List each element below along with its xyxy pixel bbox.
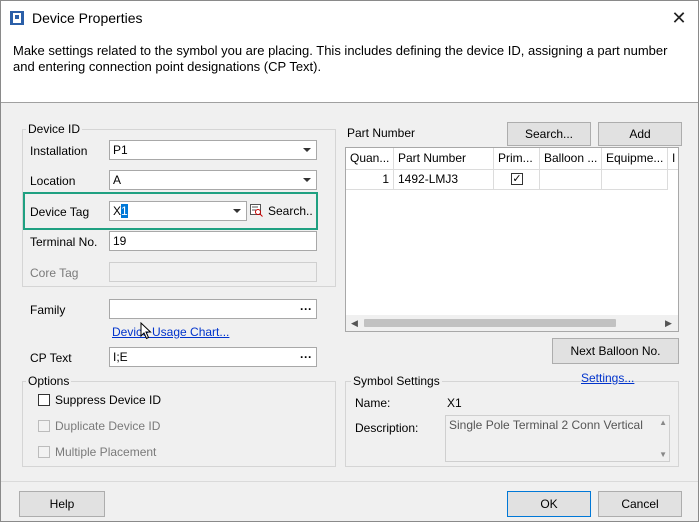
dialog-title: Device Properties	[32, 10, 143, 26]
cp-text-browse-button[interactable]: ···	[300, 348, 312, 366]
ok-button-label: OK	[540, 497, 558, 511]
column-header-more[interactable]: I	[668, 148, 678, 170]
part-number-label: Part Number	[347, 126, 416, 140]
location-value: A	[113, 173, 122, 187]
terminal-no-label: Terminal No.	[30, 235, 98, 249]
ok-button[interactable]: OK	[507, 491, 591, 517]
cell-equipment[interactable]	[602, 170, 668, 190]
symbol-description-value: Single Pole Terminal 2 Conn Vertical	[449, 418, 643, 432]
cancel-button-label: Cancel	[621, 497, 659, 511]
location-label: Location	[30, 174, 76, 188]
family-input[interactable]: ···	[109, 299, 317, 319]
core-tag-label: Core Tag	[30, 266, 79, 280]
symbol-description-label: Description:	[355, 421, 419, 435]
scrollbar-thumb[interactable]	[364, 319, 616, 327]
duplicate-device-id-checkbox	[38, 420, 50, 432]
title-bar: Device Properties ✕	[1, 1, 698, 35]
grid-horizontal-scrollbar[interactable]: ◀ ▶	[346, 315, 678, 331]
multiple-placement-checkbox	[38, 446, 50, 458]
next-balloon-button-label: Next Balloon No.	[570, 344, 661, 358]
column-header-part-number[interactable]: Part Number	[394, 148, 494, 170]
part-search-button[interactable]: Search...	[507, 122, 591, 146]
add-part-button-label: Add	[629, 127, 651, 141]
scroll-right-icon[interactable]: ▶	[665, 318, 672, 329]
symbol-settings-legend: Symbol Settings	[351, 374, 442, 388]
location-dropdown[interactable]: A	[109, 170, 317, 190]
family-browse-button[interactable]: ···	[300, 300, 312, 318]
device-id-legend: Device ID	[26, 122, 83, 136]
symbol-name-value: X1	[447, 396, 462, 410]
cell-balloon[interactable]	[540, 170, 602, 190]
cell-part-number[interactable]: 1492-LMJ3	[394, 170, 494, 190]
add-part-button[interactable]: Add	[598, 122, 682, 146]
family-label: Family	[30, 303, 66, 317]
dialog-footer	[1, 481, 698, 521]
part-search-button-label: Search...	[524, 127, 574, 141]
column-header-quantity[interactable]: Quan...	[346, 148, 394, 170]
suppress-device-id-checkbox[interactable]	[38, 394, 50, 406]
device-usage-chart-link[interactable]: Device Usage Chart...	[112, 325, 229, 339]
terminal-no-value: 19	[113, 234, 127, 248]
installation-value: P1	[113, 143, 128, 157]
cp-text-input[interactable]: I;E ···	[109, 347, 317, 367]
core-tag-input	[109, 262, 317, 282]
cp-text-value: I;E	[113, 350, 128, 364]
options-legend: Options	[26, 374, 72, 388]
device-tag-highlight	[23, 192, 318, 230]
primary-checkbox[interactable]: ✓	[511, 173, 523, 185]
scroll-up-icon: ▲	[659, 418, 667, 427]
symbol-description-field: Single Pole Terminal 2 Conn Vertical ▲ ▼	[445, 415, 670, 462]
symbol-name-label: Name:	[355, 396, 391, 410]
cp-text-label: CP Text	[30, 351, 72, 365]
column-header-balloon[interactable]: Balloon ...	[540, 148, 602, 170]
description-text: Make settings related to the symbol you …	[13, 43, 668, 74]
scroll-down-icon: ▼	[659, 450, 667, 459]
description-panel: Make settings related to the symbol you …	[1, 35, 698, 103]
close-icon[interactable]: ✕	[665, 6, 693, 30]
duplicate-device-id-label: Duplicate Device ID	[55, 419, 161, 433]
cell-primary[interactable]: ✓	[494, 170, 540, 190]
installation-dropdown[interactable]: P1	[109, 140, 317, 160]
column-header-primary[interactable]: Prim...	[494, 148, 540, 170]
help-button-label: Help	[49, 497, 75, 511]
installation-label: Installation	[30, 144, 88, 158]
settings-link[interactable]: Settings...	[581, 371, 634, 385]
cancel-button[interactable]: Cancel	[598, 491, 682, 517]
column-header-equipment[interactable]: Equipme...	[602, 148, 668, 170]
help-button[interactable]: Help	[19, 491, 105, 517]
scroll-left-icon[interactable]: ◀	[351, 318, 358, 329]
part-number-grid[interactable]: Quan... Part Number Prim... Balloon ... …	[345, 147, 679, 332]
chevron-down-icon	[303, 148, 311, 152]
terminal-no-input[interactable]: 19	[109, 231, 317, 251]
multiple-placement-label: Multiple Placement	[55, 445, 157, 459]
suppress-device-id-label: Suppress Device ID	[55, 393, 162, 407]
grid-header: Quan... Part Number Prim... Balloon ... …	[346, 148, 678, 170]
device-properties-icon	[10, 11, 24, 25]
chevron-down-icon	[303, 178, 311, 182]
device-properties-dialog: Device Properties ✕ Make settings relate…	[0, 0, 699, 522]
cell-quantity[interactable]: 1	[346, 170, 394, 190]
mouse-pointer-icon	[140, 322, 152, 340]
next-balloon-button[interactable]: Next Balloon No.	[552, 338, 679, 364]
